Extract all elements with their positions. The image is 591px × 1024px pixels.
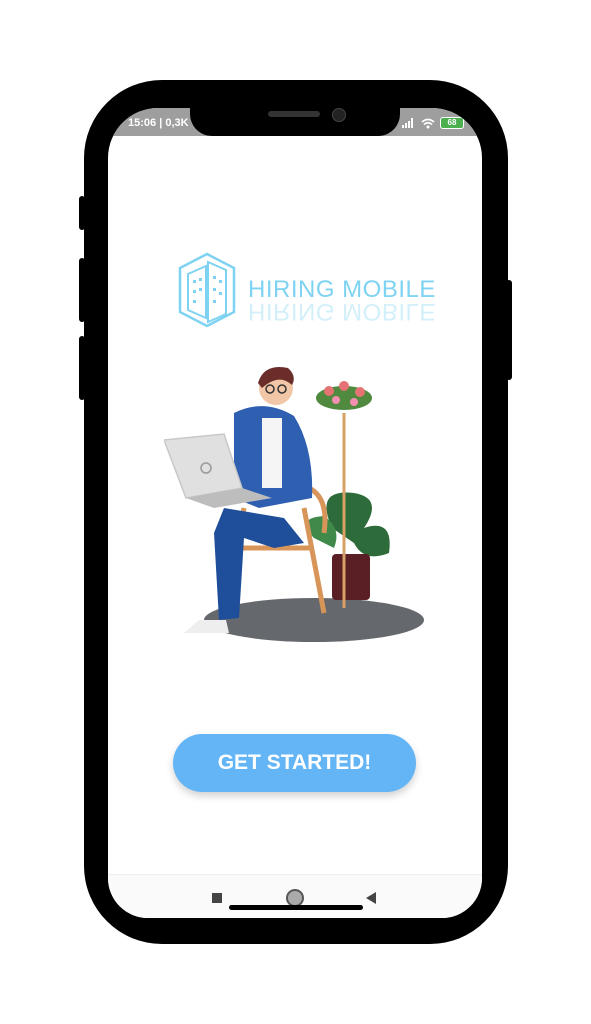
get-started-button[interactable]: GET STARTED! bbox=[173, 734, 416, 792]
plant-pot bbox=[332, 554, 370, 600]
laptop bbox=[164, 433, 243, 499]
battery-icon: 68 bbox=[440, 117, 464, 129]
plant-leaves bbox=[326, 492, 390, 557]
person-with-laptop-illustration bbox=[164, 367, 424, 642]
phone-screen: 15:06 | 0,3K 68 HIRING MOBILE HIRING MOB… bbox=[108, 108, 482, 918]
status-icons: 68 bbox=[402, 117, 464, 129]
logo-text-reflection: HIRING MOBILE bbox=[248, 298, 436, 325]
side-button-left-1 bbox=[79, 196, 85, 230]
front-camera-icon bbox=[332, 108, 346, 122]
signal-icon bbox=[402, 118, 413, 128]
status-time: 15:06 | 0,3K bbox=[128, 117, 189, 129]
side-button-right bbox=[506, 280, 512, 380]
side-button-left-3 bbox=[79, 336, 85, 400]
phone-notch bbox=[190, 100, 400, 136]
app-logo: HIRING MOBILE HIRING MOBILE bbox=[176, 252, 436, 328]
side-button-left-2 bbox=[79, 258, 85, 322]
back-button[interactable] bbox=[366, 892, 376, 904]
speaker-grille bbox=[268, 111, 320, 117]
building-logo-icon bbox=[178, 252, 236, 328]
recent-apps-button[interactable] bbox=[212, 893, 222, 903]
wifi-icon bbox=[421, 118, 435, 128]
home-indicator bbox=[229, 905, 363, 910]
system-nav-bar bbox=[108, 874, 482, 918]
logo-text: HIRING MOBILE HIRING MOBILE bbox=[248, 276, 436, 325]
